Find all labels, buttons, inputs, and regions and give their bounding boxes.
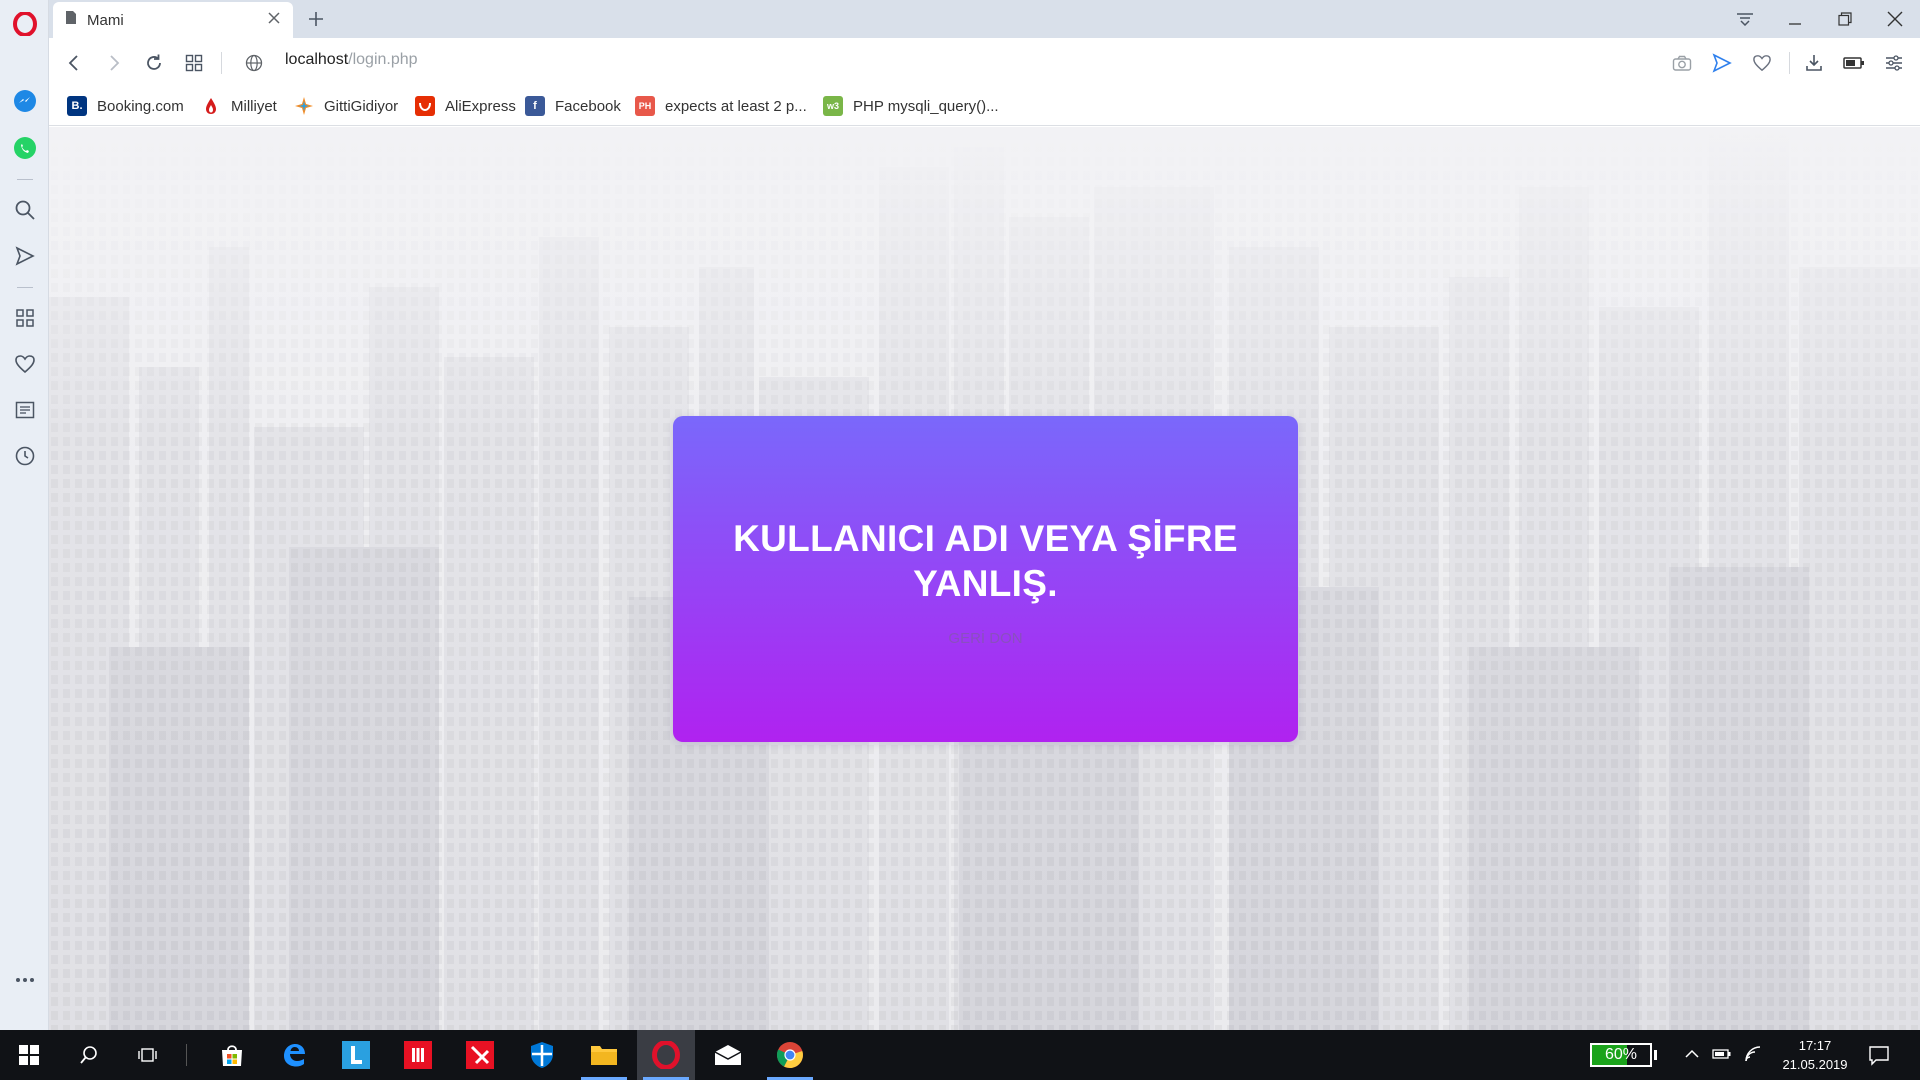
task-view-icon[interactable] xyxy=(120,1030,178,1080)
heart-icon[interactable] xyxy=(11,350,39,378)
back-button[interactable] xyxy=(59,48,89,78)
clock-time: 17:17 xyxy=(1798,1038,1832,1053)
bookmark-label: Milliyet xyxy=(231,97,277,115)
bookmark-label: GittiGidiyor xyxy=(324,97,399,115)
snapshot-camera-icon[interactable] xyxy=(1667,48,1697,78)
search-icon[interactable] xyxy=(60,1030,118,1080)
news-icon[interactable] xyxy=(11,396,39,424)
url-field[interactable]: localhost/login.php xyxy=(285,51,418,69)
bookmark-label: expects at least 2 p... xyxy=(665,97,807,115)
tab-strip: Mami xyxy=(49,0,1920,38)
tab-menu-icon[interactable] xyxy=(1725,4,1765,34)
bookmark-label: Booking.com xyxy=(97,97,184,115)
reload-button[interactable] xyxy=(139,48,169,78)
easy-setup-icon[interactable] xyxy=(1879,48,1909,78)
taskbar-divider xyxy=(186,1044,187,1066)
screen: Mami localhost/login.php B. Booking.com … xyxy=(0,0,1920,1080)
facebook-icon: f xyxy=(525,96,545,116)
tab-title: Mami xyxy=(87,11,124,29)
opera-taskbar-icon[interactable] xyxy=(637,1030,695,1080)
bookmark-label: PHP mysqli_query()... xyxy=(853,97,999,115)
tab-active[interactable]: Mami xyxy=(53,2,293,38)
bookmark-label: AliExpress xyxy=(445,97,516,115)
speed-dial-icon[interactable] xyxy=(11,304,39,332)
send-icon[interactable] xyxy=(11,242,39,270)
more-icon[interactable] xyxy=(11,966,39,994)
error-message: KULLANICI ADI VEYA ŞİFRE YANLIŞ. xyxy=(673,516,1298,606)
close-window-button[interactable] xyxy=(1875,4,1915,34)
sidebar-divider xyxy=(17,179,33,180)
search-icon[interactable] xyxy=(11,196,39,224)
minimize-button[interactable] xyxy=(1775,4,1815,34)
bookmark-php-mysqli[interactable]: w3 PHP mysqli_query()... xyxy=(823,95,999,117)
php-doc-icon: PH xyxy=(635,96,655,116)
opera-menu-icon[interactable] xyxy=(11,10,39,38)
start-button[interactable] xyxy=(0,1030,58,1080)
forward-button[interactable] xyxy=(99,48,129,78)
battery-widget[interactable]: 60% xyxy=(1590,1043,1652,1067)
battery-percent: 60% xyxy=(1604,1046,1638,1063)
whatsapp-icon[interactable] xyxy=(11,134,39,162)
bookmarks-bar: B. Booking.com Milliyet GittiGidiyor Ali… xyxy=(49,86,1920,126)
clock[interactable]: 17:17 21.05.2019 xyxy=(1770,1036,1860,1074)
history-icon[interactable] xyxy=(11,442,39,470)
bookmark-aliexpress[interactable]: AliExpress xyxy=(415,95,516,117)
mail-icon[interactable] xyxy=(699,1030,757,1080)
url-host: localhost xyxy=(285,51,349,68)
close-tab-icon[interactable] xyxy=(267,11,281,30)
tabs-grid-icon[interactable] xyxy=(179,48,209,78)
bookmark-php-expects[interactable]: PH expects at least 2 p... xyxy=(635,95,807,117)
back-link[interactable]: GERİ DON xyxy=(673,630,1298,647)
snipping-app-icon[interactable] xyxy=(451,1030,509,1080)
red-app-icon[interactable] xyxy=(389,1030,447,1080)
opera-sidebar xyxy=(0,0,49,1030)
defender-icon[interactable] xyxy=(513,1030,571,1080)
booking-icon: B. xyxy=(67,96,87,116)
page-icon xyxy=(65,10,77,30)
messenger-icon[interactable] xyxy=(11,87,39,115)
battery-tip xyxy=(1654,1050,1657,1060)
address-toolbar: localhost/login.php xyxy=(49,38,1920,86)
store-icon[interactable] xyxy=(203,1030,261,1080)
chevron-up-icon[interactable] xyxy=(1683,1045,1701,1068)
file-explorer-icon[interactable] xyxy=(575,1030,633,1080)
w3schools-icon: w3 xyxy=(823,96,843,116)
bookmark-gittigidiyor[interactable]: GittiGidiyor xyxy=(294,95,398,117)
notifications-icon[interactable] xyxy=(1868,1044,1890,1071)
chrome-icon[interactable] xyxy=(761,1030,819,1080)
l-app-icon[interactable] xyxy=(327,1030,385,1080)
bookmark-facebook[interactable]: f Facebook xyxy=(525,95,621,117)
clock-date: 21.05.2019 xyxy=(1782,1057,1848,1072)
restore-button[interactable] xyxy=(1825,4,1865,34)
error-message-line2: YANLIŞ. xyxy=(913,563,1058,604)
battery-saver-icon[interactable] xyxy=(1839,48,1869,78)
send-to-flow-icon[interactable] xyxy=(1707,48,1737,78)
globe-icon xyxy=(239,48,269,78)
page-content: KULLANICI ADI VEYA ŞİFRE YANLIŞ. GERİ DO… xyxy=(49,127,1920,1030)
error-card: KULLANICI ADI VEYA ŞİFRE YANLIŞ. GERİ DO… xyxy=(673,416,1298,742)
download-icon[interactable] xyxy=(1799,48,1829,78)
url-path: /login.php xyxy=(348,51,418,68)
bookmark-booking[interactable]: B. Booking.com xyxy=(67,95,184,117)
edge-icon[interactable] xyxy=(265,1030,323,1080)
bookmark-label: Facebook xyxy=(555,97,621,115)
milliyet-icon xyxy=(201,96,221,116)
wifi-icon[interactable] xyxy=(1744,1045,1764,1068)
bookmark-milliyet[interactable]: Milliyet xyxy=(201,95,277,117)
aliexpress-icon xyxy=(415,96,435,116)
sidebar-divider xyxy=(17,287,33,288)
error-message-line1: KULLANICI ADI VEYA ŞİFRE xyxy=(733,518,1238,559)
toolbar-divider xyxy=(221,52,222,74)
new-tab-button[interactable] xyxy=(303,6,329,32)
battery-icon[interactable] xyxy=(1712,1046,1732,1067)
taskbar: 60% 17:17 21.05.2019 xyxy=(0,1030,1920,1080)
bookmark-heart-icon[interactable] xyxy=(1747,48,1777,78)
gittigidiyor-icon xyxy=(294,96,314,116)
toolbar-divider xyxy=(1789,52,1790,74)
